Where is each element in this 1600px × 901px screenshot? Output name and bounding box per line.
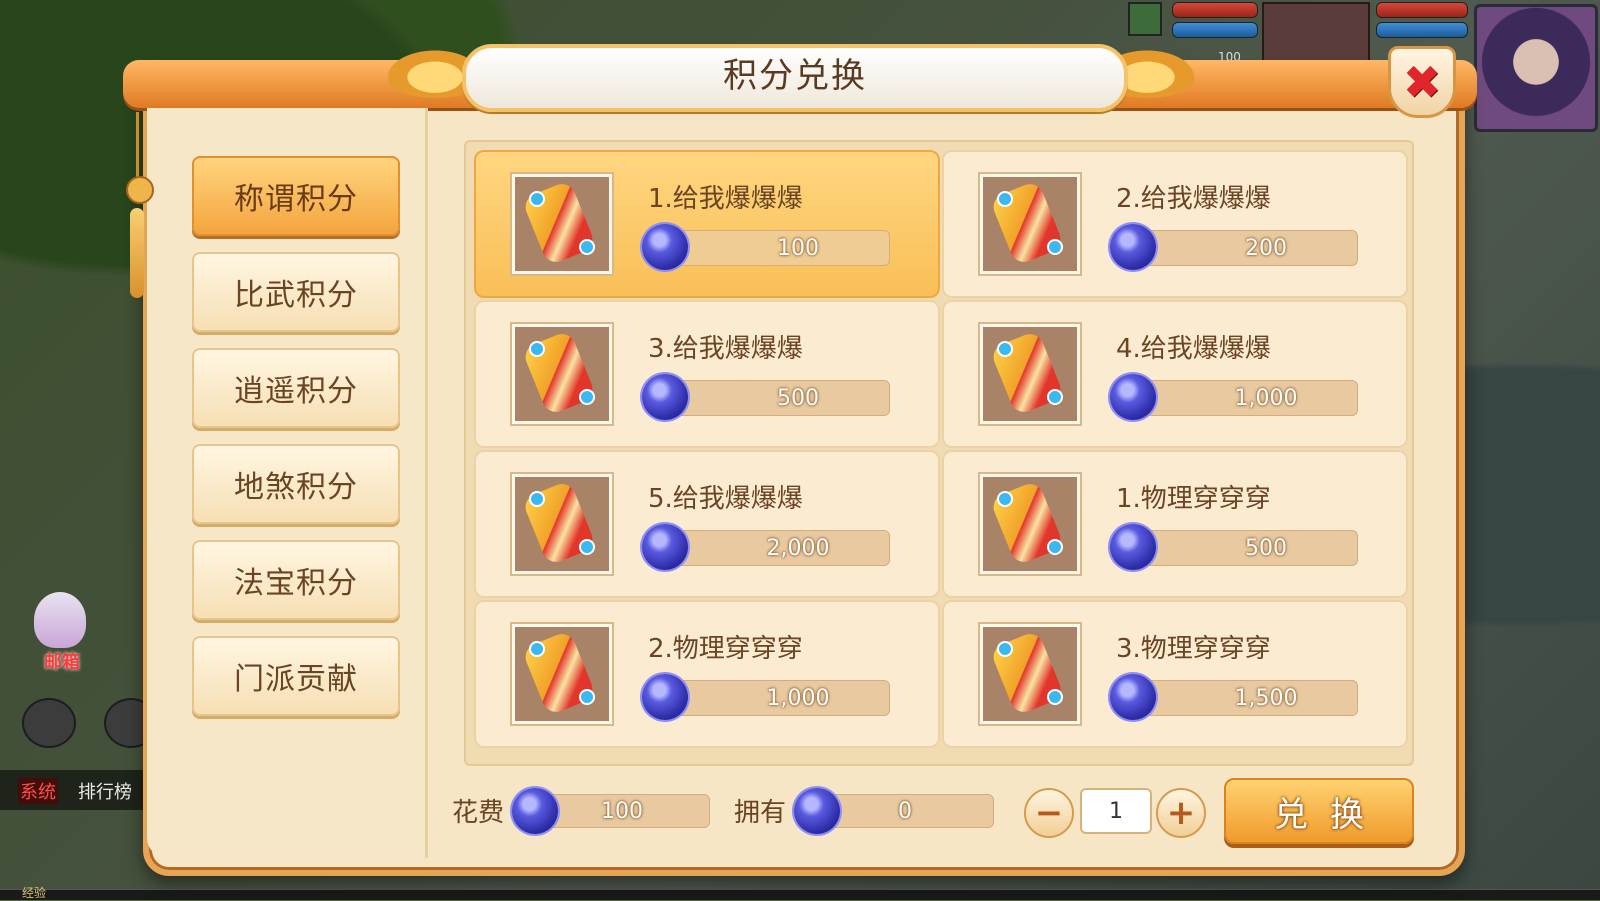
item-card[interactable]: 2.物理穿穿穿 1,000	[474, 600, 940, 748]
owned-label: 拥有	[734, 798, 787, 828]
item-price: 500	[1134, 530, 1358, 566]
close-icon: ✖	[1402, 55, 1442, 109]
item-card[interactable]: 3.物理穿穿穿 1,500	[942, 600, 1408, 748]
pet-portrait[interactable]	[1262, 2, 1370, 68]
item-price: 500	[666, 380, 890, 416]
title-scroll-icon	[512, 624, 612, 724]
title-scroll-icon	[512, 174, 612, 274]
title-scroll-icon	[512, 474, 612, 574]
item-price: 1,500	[1134, 680, 1358, 716]
decrease-quantity-button[interactable]: −	[1024, 788, 1074, 838]
tab-leisure-points[interactable]: 逍遥积分	[192, 348, 400, 428]
minus-icon: −	[1034, 793, 1064, 833]
mailbox-button[interactable]: 邮箱	[22, 592, 102, 676]
title-scroll-icon	[980, 474, 1080, 574]
increase-quantity-button[interactable]: +	[1156, 788, 1206, 838]
item-card[interactable]: 1.物理穿穿穿 500	[942, 450, 1408, 598]
title-scroll-icon	[980, 174, 1080, 274]
chat-message: 排行榜	[78, 782, 132, 803]
title-scroll-icon	[980, 324, 1080, 424]
pet-status-bars	[1172, 2, 1258, 42]
item-name: 3.物理穿穿穿	[1116, 634, 1271, 664]
hero-portrait[interactable]	[1474, 4, 1598, 132]
title-scroll-icon	[980, 624, 1080, 724]
item-card[interactable]: 1.给我爆爆爆 100	[474, 150, 940, 298]
chat-bubble-icon[interactable]	[22, 698, 76, 748]
currency-coin-icon	[1110, 374, 1156, 420]
currency-coin-icon	[642, 374, 688, 420]
hero-hp-bar	[1376, 2, 1468, 18]
item-name: 2.给我爆爆爆	[1116, 184, 1271, 214]
pet-mp-bar	[1172, 22, 1258, 38]
quantity-input[interactable]	[1080, 788, 1152, 834]
item-price: 1,000	[666, 680, 890, 716]
currency-coin-icon	[642, 674, 688, 720]
cost-label: 花费	[452, 798, 505, 828]
chat-channel-tag: 系统	[18, 778, 58, 804]
hero-status-bars	[1376, 2, 1468, 42]
tab-arena-points[interactable]: 比武积分	[192, 252, 400, 332]
item-card[interactable]: 4.给我爆爆爆 1,000	[942, 300, 1408, 448]
hero-mp-bar	[1376, 22, 1468, 38]
currency-coin-icon	[512, 788, 558, 834]
mailbox-icon	[34, 592, 86, 648]
experience-label: 经验	[22, 886, 47, 900]
dialog-title: 积分兑换	[723, 56, 867, 96]
item-card[interactable]: 2.给我爆爆爆 200	[942, 150, 1408, 298]
item-name: 3.给我爆爆爆	[648, 334, 803, 364]
item-price: 2,000	[666, 530, 890, 566]
currency-coin-icon	[1110, 524, 1156, 570]
currency-coin-icon	[642, 224, 688, 270]
currency-coin-icon	[642, 524, 688, 570]
item-name: 5.给我爆爆爆	[648, 484, 803, 514]
close-button[interactable]: ✖	[1388, 46, 1456, 118]
pet-hp-bar	[1172, 2, 1258, 18]
item-name: 2.物理穿穿穿	[648, 634, 803, 664]
plus-icon: +	[1166, 793, 1196, 833]
item-price: 100	[666, 230, 890, 266]
tab-artifact-points[interactable]: 法宝积分	[192, 540, 400, 620]
item-price: 1,000	[1134, 380, 1358, 416]
item-card[interactable]: 3.给我爆爆爆 500	[474, 300, 940, 448]
mailbox-label: 邮箱	[44, 652, 80, 673]
tab-sect-contribution[interactable]: 门派贡献	[192, 636, 400, 716]
experience-bar	[0, 889, 1600, 900]
item-name: 1.物理穿穿穿	[1116, 484, 1271, 514]
exchange-button[interactable]: 兑换	[1224, 778, 1414, 844]
owned-value: 0	[816, 794, 994, 828]
minimap-icon[interactable]	[1128, 2, 1162, 36]
item-card[interactable]: 5.给我爆爆爆 2,000	[474, 450, 940, 598]
currency-coin-icon	[794, 788, 840, 834]
item-name: 1.给我爆爆爆	[648, 184, 803, 214]
title-scroll-icon	[512, 324, 612, 424]
currency-coin-icon	[1110, 224, 1156, 270]
cost-value: 100	[534, 794, 710, 828]
item-price: 200	[1134, 230, 1358, 266]
tab-disha-points[interactable]: 地煞积分	[192, 444, 400, 524]
currency-coin-icon	[1110, 674, 1156, 720]
item-name: 4.给我爆爆爆	[1116, 334, 1271, 364]
tab-title-points[interactable]: 称谓积分	[192, 156, 400, 236]
tassel-ornament	[120, 112, 156, 298]
